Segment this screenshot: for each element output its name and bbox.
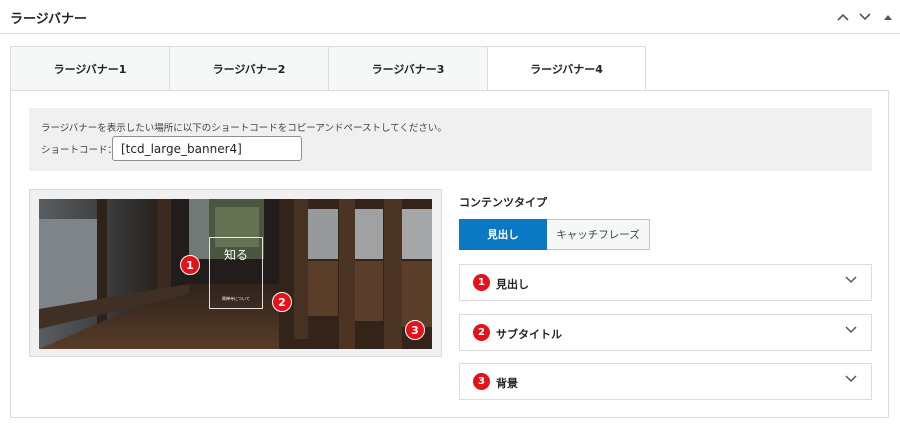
shortcode-notice: ラージバナーを表示したい場所に以下のショートコードをコピーアンドペーストしてくだ… [29,108,872,171]
shortcode-input[interactable] [112,136,302,161]
chevron-down-icon [845,276,857,284]
move-up-button[interactable] [833,7,853,27]
hero-text-box: 知る 興禅寺について [209,237,263,309]
tab-panel: ラージバナーを表示したい場所に以下のショートコードをコピーアンドペーストしてくだ… [10,90,889,418]
badge-2: 2 [272,292,292,312]
accordion-label: 背景 [496,377,518,390]
banner-preview-frame: 知る 興禅寺について 1 2 3 [29,189,442,357]
content-type-label: コンテンツタイプ [459,196,547,209]
content-type-catchphrase-button[interactable]: キャッチフレーズ [547,219,650,250]
badge-3: 3 [405,320,425,340]
chevron-up-icon [837,13,849,21]
accordion-background[interactable]: 3 背景 [459,363,872,400]
accordion-heading[interactable]: 1 見出し [459,264,872,301]
hero-title: 知る [223,248,248,262]
postbox-title: ラージバナー [10,12,87,27]
section-number-badge: 3 [473,373,490,390]
large-banner-postbox: ラージバナー ラージバナー1 ラージバナー2 ラージバナー3 ラージバナー4 ラ… [0,0,900,432]
chevron-down-icon [845,375,857,383]
move-down-button[interactable] [855,7,875,27]
content-type-switch: 見出し キャッチフレーズ [459,219,650,250]
caret-up-icon [884,15,892,20]
badge-1: 1 [180,255,200,275]
content-type-heading-button[interactable]: 見出し [459,219,547,250]
banner-preview-image: 知る 興禅寺について 1 2 3 [39,199,432,349]
section-number-badge: 2 [473,324,490,341]
notice-text: ラージバナーを表示したい場所に以下のショートコードをコピーアンドペーストしてくだ… [41,123,447,134]
chevron-down-icon [859,13,871,21]
accordion-label: サブタイトル [496,328,562,341]
tab-large-banner-4[interactable]: ラージバナー4 [487,46,646,91]
postbox-header: ラージバナー [0,0,900,34]
toggle-panel-button[interactable] [878,7,898,27]
tab-large-banner-3[interactable]: ラージバナー3 [328,46,487,91]
section-number-badge: 1 [473,274,490,291]
banner-tabs: ラージバナー1 ラージバナー2 ラージバナー3 ラージバナー4 [10,46,646,91]
chevron-down-icon [845,326,857,334]
accordion-label: 見出し [496,278,529,291]
shortcode-label: ショートコード： [41,145,118,156]
hero-subtitle: 興禅寺について [222,296,250,301]
tab-large-banner-1[interactable]: ラージバナー1 [10,46,169,91]
tab-large-banner-2[interactable]: ラージバナー2 [169,46,328,91]
accordion-subtitle[interactable]: 2 サブタイトル [459,314,872,351]
